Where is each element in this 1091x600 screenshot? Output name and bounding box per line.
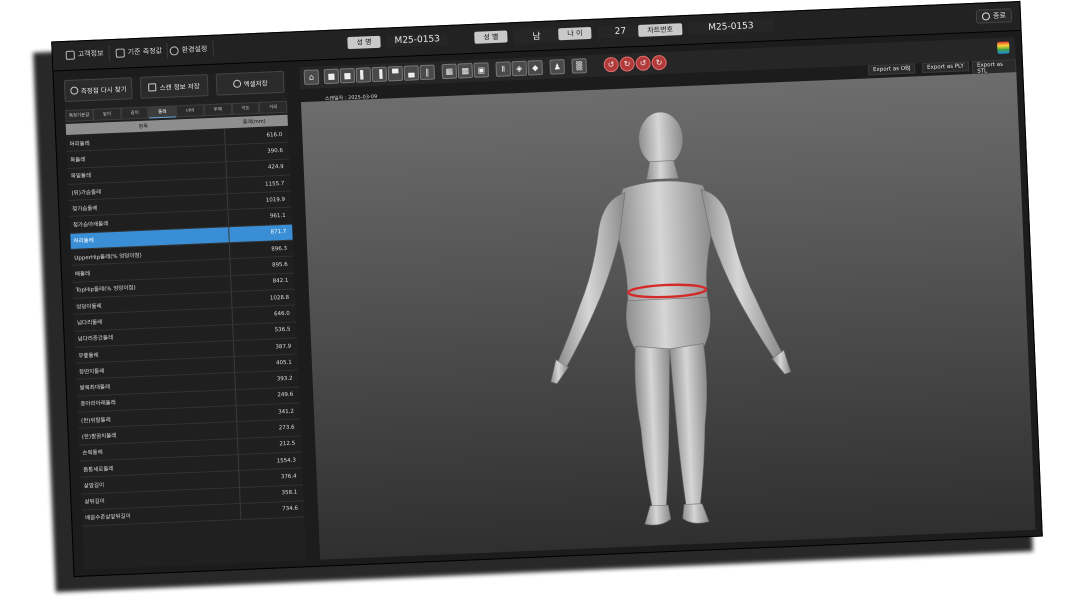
measurement-value: 390.6 <box>267 147 284 155</box>
settings-label: 환경설정 <box>181 45 208 55</box>
export-ply-button[interactable]: Export as PLY <box>921 61 969 74</box>
refind-points-label: 측정점 다시 찾기 <box>80 85 127 96</box>
measurement-value: 896.3 <box>271 245 288 253</box>
view-right-icon[interactable]: ▐ <box>371 66 388 83</box>
app-window: 고객정보 기준 측정값 환경설정 성 명 M25-0153 성 별 남 나 이 … <box>51 0 1043 578</box>
measurement-value: 871.7 <box>270 229 287 236</box>
age-label: 나 이 <box>558 26 592 41</box>
tab-basic[interactable]: 측정기본값 <box>65 108 94 123</box>
rotate-right-icon[interactable]: ↻ <box>651 54 667 71</box>
view-left-icon[interactable]: ▌ <box>355 67 372 83</box>
tab-girth[interactable]: 둘레 <box>148 105 177 119</box>
pause-icon[interactable]: Ⅱ <box>495 61 512 77</box>
save-scan-info-label: 스캔 정보 저장 <box>159 82 200 93</box>
customer-info-label: 고객정보 <box>77 49 104 59</box>
gender-value: 남 <box>513 26 560 44</box>
measurement-value: 895.6 <box>271 261 288 269</box>
tag-icon[interactable]: ◈ <box>511 60 528 77</box>
view-front-icon[interactable]: ■ <box>323 68 340 85</box>
standard-measure-label: 기준 측정값 <box>127 46 163 57</box>
measurement-table: 머리둘레 616.0 목둘레 390.6 목밑둘레 424.9 (뒤)가슴둘레 1155.7 젖… <box>66 126 305 527</box>
person-icon <box>65 50 75 60</box>
measurement-value: 1028.8 <box>269 294 290 302</box>
tab-distance[interactable]: 거리 <box>259 100 288 114</box>
measurement-value: 734.6 <box>282 506 299 513</box>
measurement-value: 616.0 <box>266 131 283 139</box>
tab-width[interactable]: 너비 <box>175 104 205 118</box>
exit-button[interactable]: 종료 <box>975 8 1013 24</box>
view-back-icon[interactable]: ■ <box>339 67 356 84</box>
measurement-value: 1554.3 <box>276 457 297 465</box>
tab-height[interactable]: 높이 <box>92 107 122 121</box>
shirt-icon[interactable]: ♟ <box>549 59 566 75</box>
measurement-value: 424.9 <box>267 164 284 171</box>
tab-angle[interactable]: 각도 <box>231 101 260 116</box>
measurement-value: 273.6 <box>278 424 295 432</box>
view-split-icon[interactable]: ‖ <box>419 64 436 81</box>
body-scan-model <box>550 111 792 526</box>
screenshot-stage: 고객정보 기준 측정값 환경설정 성 명 M25-0153 성 별 남 나 이 … <box>0 0 1091 600</box>
power-icon <box>981 12 991 21</box>
name-label: 성 명 <box>347 35 381 50</box>
save-icon <box>148 83 157 92</box>
measurement-value: 376.4 <box>280 473 297 481</box>
export-obj-button[interactable]: Export as OBJ <box>867 63 916 76</box>
chart-number-value: M25-0153 <box>687 19 775 35</box>
measurement-value: 249.6 <box>277 392 294 399</box>
measurement-value: 393.2 <box>276 375 293 383</box>
customer-info-button[interactable]: 고객정보 <box>60 45 110 64</box>
measurement-value: 358.1 <box>281 489 298 497</box>
rotate-down-icon[interactable]: ↻ <box>619 56 635 72</box>
gender-label: 성 별 <box>474 30 508 44</box>
measurement-value: 341.2 <box>278 408 295 416</box>
chart-number-label: 차트번호 <box>638 23 683 37</box>
standard-measure-button[interactable]: 기준 측정값 <box>110 42 169 62</box>
name-value: M25-0153 <box>386 32 449 48</box>
refind-points-button[interactable]: 측정점 다시 찾기 <box>63 77 133 103</box>
grid-icon[interactable]: ▒ <box>571 58 587 74</box>
view-bottom-icon[interactable]: ▄ <box>403 65 420 81</box>
name-field: 성 명 M25-0153 <box>347 32 449 50</box>
tab-length[interactable]: 길이 <box>120 106 149 120</box>
chart-number-field: 차트번호 M25-0153 <box>638 18 775 38</box>
measurement-value: 961.1 <box>269 213 286 220</box>
solid-icon[interactable]: ▣ <box>473 62 490 78</box>
excel-icon <box>232 79 241 88</box>
measurement-value: 387.9 <box>275 343 292 350</box>
measurement-panel: 측정점 다시 찾기 스캔 정보 저장 엑셀저장 측정기본값 높이 길이 둘레 너… <box>63 70 307 570</box>
measurement-value: 646.0 <box>273 310 290 318</box>
save-scan-info-button[interactable]: 스캔 정보 저장 <box>139 74 209 99</box>
excel-save-label: 엑셀저장 <box>243 79 268 89</box>
tab-thickness[interactable]: 두께 <box>203 103 232 117</box>
measurement-value: 842.1 <box>272 278 289 285</box>
rotate-up-icon[interactable]: ↺ <box>635 55 651 72</box>
measurement-value: 1019.9 <box>265 196 286 204</box>
excel-save-button[interactable]: 엑셀저장 <box>215 70 285 96</box>
home-icon[interactable]: ⌂ <box>303 69 320 85</box>
location-pin-icon <box>69 86 78 95</box>
gear-icon <box>169 45 179 56</box>
view-top-icon[interactable]: ▀ <box>387 65 404 82</box>
exit-label: 종료 <box>992 11 1007 21</box>
age-value: 27 <box>597 24 644 39</box>
measurement-value: 1155.7 <box>264 180 285 188</box>
texture-icon[interactable]: ▩ <box>457 62 474 79</box>
measurement-value: 536.5 <box>274 326 291 334</box>
measurement-value: 405.1 <box>275 359 292 367</box>
gender-field: 성 별 남 <box>474 26 560 45</box>
color-palette-icon[interactable] <box>997 41 1010 54</box>
measurement-value: 212.5 <box>279 440 296 448</box>
ruler-icon <box>115 47 125 58</box>
rotate-left-icon[interactable]: ↺ <box>603 56 619 73</box>
age-field: 나 이 27 <box>558 24 644 42</box>
3d-viewport[interactable] <box>300 72 1036 560</box>
settings-button[interactable]: 환경설정 <box>164 40 214 59</box>
checker-icon[interactable]: ▦ <box>441 63 458 80</box>
eraser-icon[interactable]: ◆ <box>527 59 544 76</box>
